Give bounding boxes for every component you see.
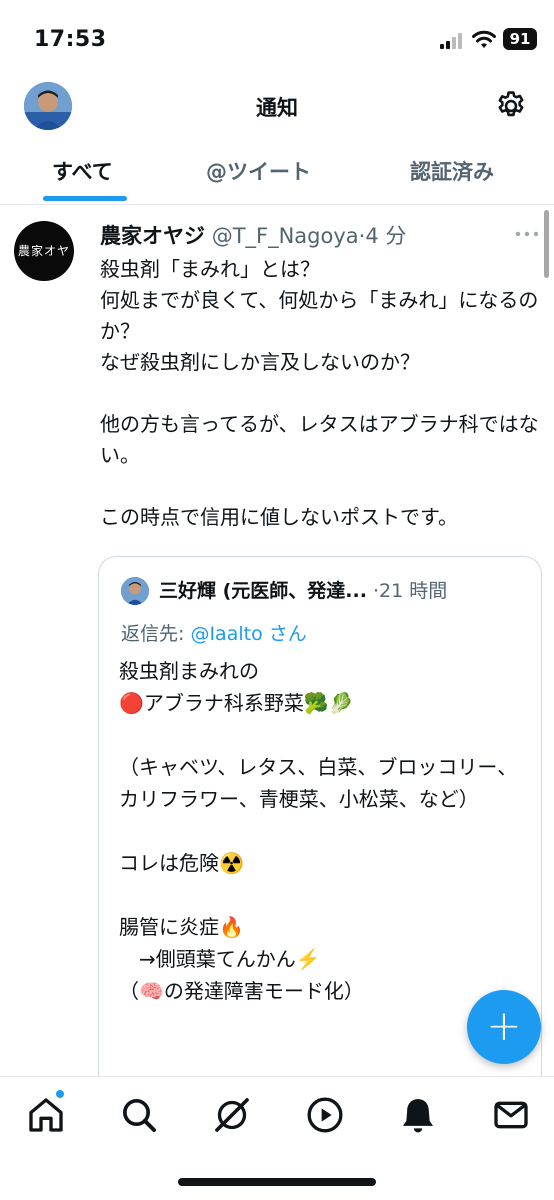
- more-options-icon[interactable]: [514, 230, 540, 238]
- status-bar: 17:53 91: [0, 0, 554, 80]
- home-indicator-bar: [178, 1178, 376, 1186]
- quote-timestamp: 21 時間: [379, 580, 448, 602]
- battery-indicator: 91: [503, 28, 537, 50]
- quote-paragraph: コレは危険☢️: [119, 851, 244, 875]
- status-time: 17:53: [34, 27, 107, 52]
- wifi-icon: [472, 30, 496, 48]
- home-unread-dot: [56, 1090, 64, 1098]
- tweet-timestamp: 4 分: [365, 224, 407, 248]
- tweet-header: 農家オヤジ @T_F_Nagoya·4 分: [100, 220, 406, 250]
- tweet-author-avatar[interactable]: 農家オヤジ: [14, 221, 74, 318]
- tweet-author-name[interactable]: 農家オヤジ: [100, 224, 205, 248]
- cellular-signal-icon: [440, 33, 462, 49]
- quote-text: 殺虫剤まみれの 🔴アブラナ科系野菜🥦🥬 （キャベツ、レタス、白菜、ブロッコリー、…: [119, 655, 529, 1007]
- tweet-author-handle[interactable]: @T_F_Nagoya: [212, 224, 359, 248]
- home-icon[interactable]: [26, 1095, 66, 1135]
- video-icon[interactable]: [305, 1095, 345, 1135]
- compose-button[interactable]: +: [467, 990, 541, 1064]
- messages-icon[interactable]: [491, 1095, 531, 1135]
- scrollbar[interactable]: [544, 210, 549, 278]
- search-icon[interactable]: [119, 1095, 159, 1135]
- quote-author-photo: [121, 577, 149, 605]
- quote-paragraph: 殺虫剤まみれの 🔴アブラナ科系野菜🥦🥬: [119, 659, 354, 715]
- quote-header: 三好輝 (元医師、発達... ·21 時間: [159, 576, 447, 603]
- tweet-text: 殺虫剤「まみれ」とは？ 何処までが良くて、何処から「まみれ」になるのか？ なぜ殺…: [100, 254, 540, 533]
- tab-all[interactable]: すべて: [52, 140, 113, 204]
- quote-author-avatar: [121, 577, 149, 605]
- quote-paragraph: （キャベツ、レタス、白菜、ブロッコリー、カリフラワー、青梗菜、小松菜、など）: [119, 755, 518, 811]
- tab-mentions[interactable]: @ツイート: [206, 140, 311, 204]
- page-title: 通知: [256, 96, 298, 120]
- tweet-paragraph: 他の方も言ってるが、レタスはアブラナ科ではない。: [100, 412, 539, 467]
- quote-author-name: 三好輝 (元医師、発達...: [159, 580, 367, 602]
- tweet-paragraph: この時点で信用に値しないポストです。: [100, 505, 458, 529]
- settings-gear-icon[interactable]: [494, 89, 528, 123]
- notifications-icon[interactable]: [398, 1095, 438, 1135]
- reply-to-line: 返信先: @Iaalto さん: [121, 619, 307, 646]
- quote-paragraph: 腸管に炎症🔥 →側頭葉てんかん⚡️ （🧠の発達障害モード化）: [119, 915, 364, 1003]
- active-tab-indicator: [43, 196, 127, 201]
- tweet-paragraph: 殺虫剤「まみれ」とは？ 何処までが良くて、何処から「まみれ」になるのか？ なぜ殺…: [100, 257, 539, 374]
- reply-mention-link[interactable]: @Iaalto さん: [190, 623, 306, 645]
- tab-verified[interactable]: 認証済み: [410, 140, 494, 204]
- grok-icon[interactable]: [212, 1095, 252, 1135]
- reply-prefix: 返信先:: [121, 623, 191, 645]
